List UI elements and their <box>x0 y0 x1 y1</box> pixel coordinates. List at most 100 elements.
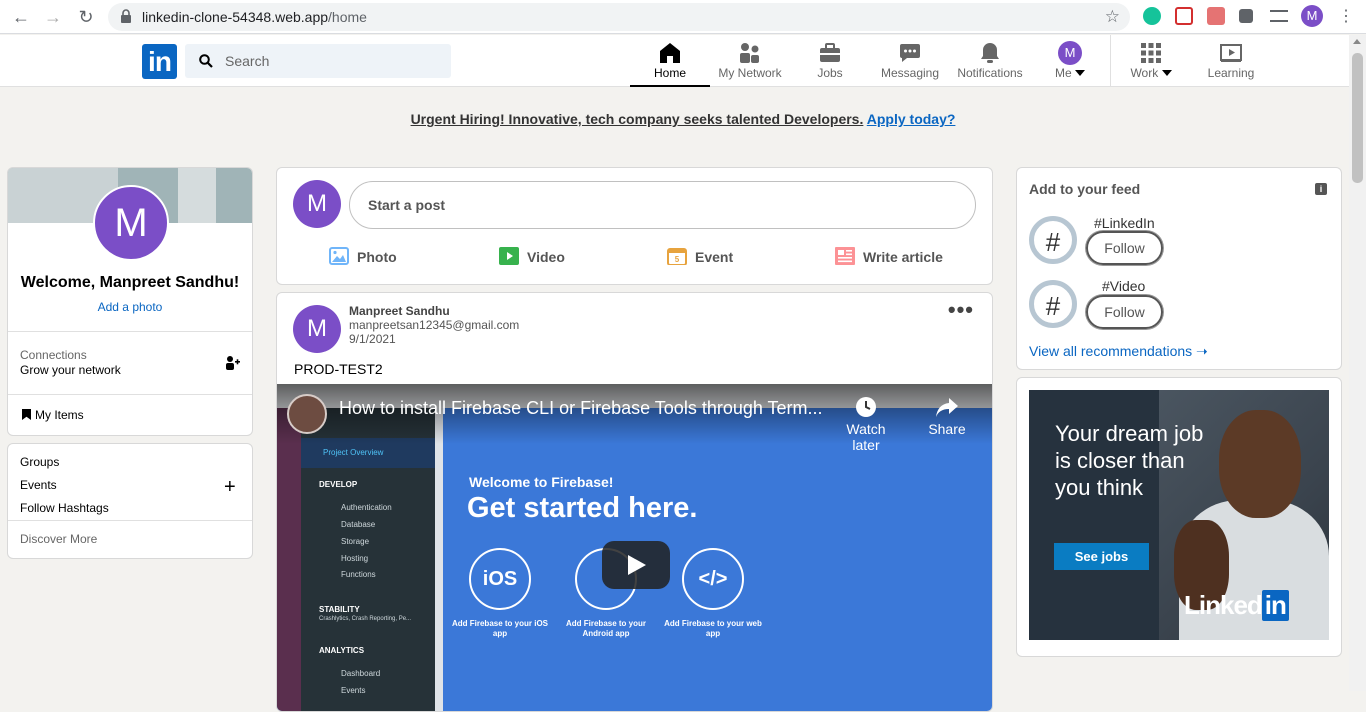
bookmark-icon <box>22 409 31 420</box>
forward-icon[interactable]: → <box>42 6 64 28</box>
more-options-icon[interactable]: ••• <box>948 297 974 323</box>
post-date: 9/1/2021 <box>349 332 396 346</box>
nav-learning[interactable]: Learning <box>1191 35 1271 87</box>
arrow-right-icon: ➝ <box>1192 343 1208 359</box>
briefcase-icon <box>820 43 840 62</box>
url-text: linkedin-clone-54348.web.app/home <box>142 9 367 25</box>
see-jobs-button[interactable]: See jobs <box>1054 543 1149 570</box>
hashtag-name[interactable]: #Video <box>1102 278 1145 294</box>
network-icon <box>740 43 759 63</box>
video-icon <box>499 247 519 265</box>
avatar[interactable]: M <box>293 305 341 353</box>
video-embed[interactable]: Project Overview DEVELOP Authentication … <box>277 384 992 711</box>
view-all-recommendations-link[interactable]: View all recommendations ➝ <box>1029 343 1208 360</box>
search-input[interactable]: Search <box>185 44 451 78</box>
follow-button[interactable]: Follow <box>1086 231 1163 265</box>
nav-home[interactable]: Home <box>630 35 710 87</box>
hashtag-icon: # <box>1029 280 1077 328</box>
photo-icon <box>329 247 349 265</box>
follow-button[interactable]: Follow <box>1086 295 1163 329</box>
write-article-button[interactable]: Write article <box>835 247 943 267</box>
post-author[interactable]: Manpreet Sandhu <box>349 304 450 318</box>
discover-more-link[interactable]: Discover More <box>20 532 97 546</box>
lock-icon <box>121 9 131 23</box>
home-icon <box>660 43 680 63</box>
add-person-icon <box>226 356 240 370</box>
nav-messaging[interactable]: Messaging <box>870 35 950 87</box>
banner-text: Urgent Hiring! Innovative, tech company … <box>410 111 864 127</box>
back-icon[interactable]: ← <box>10 6 32 28</box>
ad-banner[interactable]: Your dream job is closer than you think … <box>1029 390 1329 640</box>
post-author-email: manpreetsan12345@gmail.com <box>349 318 520 332</box>
browser-toolbar: ← → ↻ linkedin-clone-54348.web.app/home … <box>0 0 1366 34</box>
media-control-icon[interactable] <box>1270 10 1288 22</box>
search-icon <box>199 54 213 68</box>
welcome-heading: Welcome, Manpreet Sandhu! <box>20 274 240 291</box>
start-post-input[interactable]: Start a post <box>349 181 976 229</box>
bookmark-star-icon[interactable]: ☆ <box>1105 7 1120 27</box>
add-to-feed-card: Add to your feed i # #LinkedIn Follow # … <box>1016 167 1342 370</box>
avatar[interactable]: M <box>93 185 169 261</box>
add-photo-link[interactable]: Add a photo <box>8 300 252 314</box>
feed-card-title: Add to your feed <box>1029 181 1141 197</box>
chevron-down-icon <box>1075 70 1085 76</box>
share-box: M Start a post Photo Video 5 Event Write … <box>276 167 993 285</box>
linkedin-logo[interactable]: in <box>142 44 177 79</box>
feed-post: M Manpreet Sandhu manpreetsan12345@gmail… <box>276 292 993 712</box>
puzzle-icon[interactable] <box>1239 9 1253 23</box>
hiring-banner: Urgent Hiring! Innovative, tech company … <box>0 111 1366 127</box>
hashtag-name[interactable]: #LinkedIn <box>1094 215 1155 231</box>
watch-later-button[interactable]: Watch later <box>831 396 901 453</box>
nav-me[interactable]: M Me <box>1030 35 1110 87</box>
play-button[interactable] <box>602 541 670 589</box>
channel-avatar[interactable] <box>287 394 327 434</box>
profile-card: M Welcome, Manpreet Sandhu! Add a photo … <box>7 167 253 436</box>
video-button[interactable]: Video <box>499 247 565 267</box>
extension-icon[interactable] <box>1207 7 1225 25</box>
hashtag-icon: # <box>1029 216 1077 264</box>
grid-icon <box>1141 43 1161 63</box>
chevron-down-icon <box>1161 70 1172 76</box>
avatar[interactable]: M <box>293 180 341 228</box>
ios-icon: iOS <box>469 548 531 610</box>
events-link[interactable]: Events <box>20 478 57 492</box>
share-button[interactable]: Share <box>921 396 973 437</box>
video-title[interactable]: How to install Firebase CLI or Firebase … <box>339 398 823 419</box>
ad-card: Your dream job is closer than you think … <box>1016 377 1342 657</box>
nav-my-network[interactable]: My Network <box>710 35 790 87</box>
site-header: in Search Home My Network Jobs Messaging… <box>0 35 1366 87</box>
nav-jobs[interactable]: Jobs <box>790 35 870 87</box>
groups-link[interactable]: Groups <box>20 455 59 469</box>
svg-text:5: 5 <box>675 255 680 264</box>
nav-work[interactable]: Work <box>1111 35 1191 87</box>
browser-profile-avatar[interactable]: M <box>1301 5 1323 27</box>
learning-icon <box>1220 44 1242 62</box>
calendar-icon: 5 <box>667 248 687 265</box>
linkedin-wordmark: Linked in <box>1184 590 1289 621</box>
page-scrollbar[interactable] <box>1349 35 1366 691</box>
follow-hashtags-link[interactable]: Follow Hashtags <box>20 501 109 515</box>
article-icon <box>835 247 855 265</box>
my-items-link[interactable]: My Items <box>22 408 84 422</box>
video-firebase-nav: Project Overview DEVELOP Authentication … <box>301 408 435 711</box>
reload-icon[interactable]: ↻ <box>75 6 97 28</box>
event-button[interactable]: 5 Event <box>667 247 733 267</box>
browser-menu-icon[interactable]: ⋮ <box>1338 6 1354 26</box>
video-taskbar <box>277 408 301 711</box>
grammarly-icon[interactable] <box>1143 7 1161 25</box>
post-text: PROD-TEST2 <box>294 361 383 377</box>
pocket-icon[interactable] <box>1175 7 1193 25</box>
web-code-icon: </> <box>682 548 744 610</box>
photo-button[interactable]: Photo <box>329 247 397 267</box>
info-icon[interactable]: i <box>1315 183 1327 195</box>
add-event-icon[interactable]: + <box>224 476 236 499</box>
groups-card: Groups Events + Follow Hashtags Discover… <box>7 443 253 559</box>
bell-icon <box>981 43 999 63</box>
apply-link[interactable]: Apply today? <box>867 111 956 127</box>
address-bar[interactable]: linkedin-clone-54348.web.app/home ☆ <box>108 3 1130 31</box>
share-arrow-icon <box>936 398 958 417</box>
messaging-icon <box>900 44 920 62</box>
scrollbar-thumb[interactable] <box>1352 53 1363 183</box>
nav-notifications[interactable]: Notifications <box>950 35 1030 87</box>
ad-headline: Your dream job is closer than you think <box>1055 421 1204 500</box>
